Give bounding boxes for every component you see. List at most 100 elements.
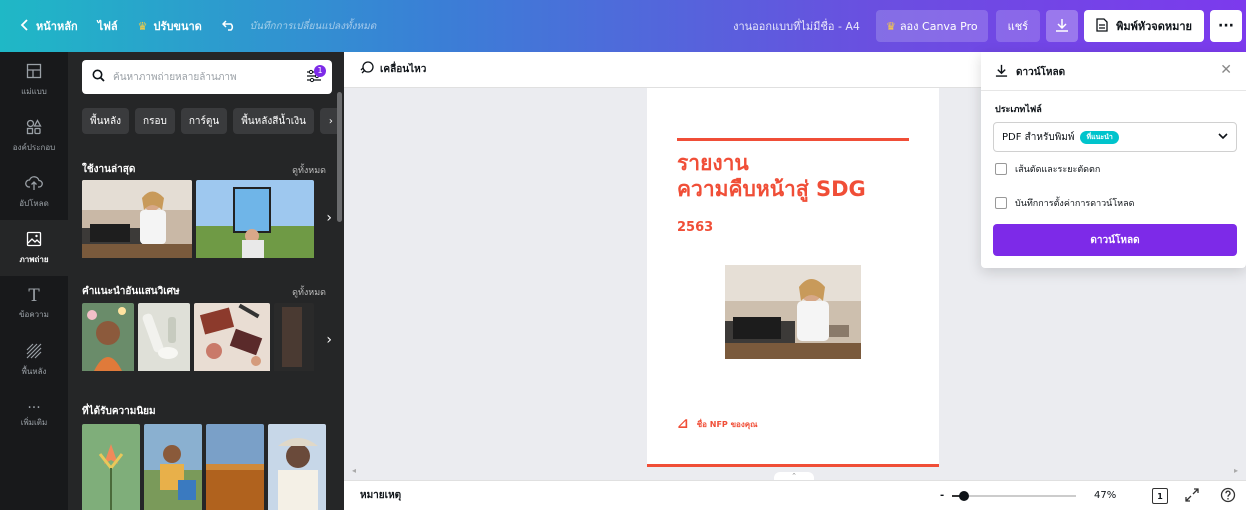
notes-button[interactable]: หมายเหตุ	[360, 488, 401, 503]
download-button[interactable]	[1046, 10, 1079, 42]
photo-thumb[interactable]	[194, 303, 270, 374]
rail-item-text[interactable]: T ข้อความ	[0, 276, 68, 332]
chevron-left-icon	[20, 18, 30, 34]
zoom-percent[interactable]: 47%	[1094, 490, 1116, 501]
page-title[interactable]: รายงาน ความคืบหน้าสู่ SDG	[677, 150, 866, 202]
photo-thumb[interactable]	[82, 303, 134, 374]
rail-item-uploads[interactable]: อัปโหลด	[0, 164, 68, 220]
photo-thumb[interactable]	[196, 180, 314, 261]
filter-button[interactable]: 1	[306, 64, 326, 86]
photo-thumb[interactable]	[206, 424, 264, 510]
crown-icon: ♛	[885, 19, 896, 33]
help-icon[interactable]	[1220, 487, 1236, 506]
show-pages-toggle[interactable]: ⌃	[774, 472, 814, 480]
crown-icon: ♛	[137, 19, 148, 33]
photo-thumb[interactable]	[82, 180, 192, 261]
zoom-out-button[interactable]: -	[940, 490, 944, 501]
home-label: หน้าหลัก	[36, 20, 78, 33]
photo-thumb[interactable]	[82, 424, 140, 510]
download-confirm-button[interactable]: ดาวน์โหลด	[993, 224, 1237, 256]
share-button[interactable]: แชร์	[995, 10, 1041, 42]
bottom-bar: หมายเหตุ - 47% 1	[344, 480, 1246, 510]
template-icon	[26, 63, 42, 82]
page-photo[interactable]	[725, 265, 861, 359]
recommended-badge: ที่แนะนำ	[1080, 130, 1119, 144]
design-page[interactable]: รายงาน ความคืบหน้าสู่ SDG 2563 ⊿ ชื่อ NF…	[647, 88, 939, 466]
download-panel-header: ดาวน์โหลด	[995, 64, 1065, 80]
page-year[interactable]: 2563	[677, 220, 713, 235]
chip-blue-background[interactable]: พื้นหลังสีน้ำเงิน	[233, 108, 314, 134]
filter-count-badge: 1	[314, 64, 326, 77]
scroll-right-arrow[interactable]: ▸	[1234, 466, 1238, 475]
see-all-recommended-link[interactable]: ดูทั้งหมด	[292, 285, 326, 299]
recent-next-button[interactable]: ›	[326, 210, 332, 226]
elements-icon	[26, 118, 42, 138]
photo-thumb[interactable]	[138, 303, 190, 374]
page-footer[interactable]: ⊿ ชื่อ NFP ของคุณ	[677, 416, 758, 432]
save-settings-option[interactable]: บันทึกการตั้งค่าการดาวน์โหลด	[995, 196, 1134, 210]
panel-scrollbar[interactable]	[337, 92, 342, 222]
suggestion-chips: พื้นหลัง กรอบ การ์ตูน พื้นหลังสีน้ำเงิน …	[82, 108, 342, 134]
file-type-label: ประเภทไฟล์	[995, 105, 1042, 115]
chip-backgrounds[interactable]: พื้นหลัง	[82, 108, 130, 134]
undo-button[interactable]	[212, 10, 246, 42]
search-icon	[92, 69, 105, 85]
photos-panel: 1 พื้นหลัง กรอบ การ์ตูน พื้นหลังสีน้ำเงิ…	[68, 52, 344, 510]
resize-button[interactable]: ♛ ปรับขนาด	[128, 10, 212, 42]
photo-thumb[interactable]	[274, 303, 314, 374]
background-icon	[26, 343, 42, 362]
zoom-slider[interactable]	[952, 491, 1076, 501]
section-title-recommended: คำแนะนำอันแสนวิเศษ	[82, 286, 180, 297]
recommended-thumbs	[82, 303, 314, 374]
file-menu[interactable]: ไฟล์	[88, 10, 128, 42]
file-type-select[interactable]: PDF สำหรับพิมพ์ ที่แนะนำ	[993, 122, 1237, 152]
chevron-right-icon: ›	[328, 115, 333, 127]
download-panel: ดาวน์โหลด ✕ ประเภทไฟล์ PDF สำหรับพิมพ์ ท…	[981, 52, 1246, 268]
try-pro-button[interactable]: ♛ ลอง Canva Pro	[875, 10, 988, 42]
animate-icon	[360, 61, 374, 78]
rail-item-templates[interactable]: แม่แบบ	[0, 52, 68, 108]
left-rail: แม่แบบ องค์ประกอบ อัปโหลด ภาพถ่าย T ข้อค…	[0, 52, 68, 510]
page-count-button[interactable]: 1	[1152, 488, 1168, 504]
rail-item-photos[interactable]: ภาพถ่าย	[0, 220, 68, 276]
autosave-status: บันทึกการเปลี่ยนแปลงทั้งหมด	[249, 20, 377, 32]
print-button[interactable]: พิมพ์หัวจดหมาย	[1084, 10, 1204, 42]
page-selection-edge	[647, 464, 939, 467]
scroll-left-arrow[interactable]: ◂	[352, 466, 356, 475]
see-all-recent-link[interactable]: ดูทั้งหมด	[292, 163, 326, 177]
fullscreen-icon[interactable]	[1184, 487, 1200, 506]
search-input[interactable]	[113, 71, 298, 83]
text-icon: T	[28, 285, 40, 306]
undo-icon	[221, 19, 236, 34]
popular-thumbs	[82, 424, 326, 510]
photo-thumb[interactable]	[268, 424, 326, 510]
page-top-rule	[677, 138, 909, 141]
chip-cartoon[interactable]: การ์ตูน	[180, 108, 228, 134]
upload-icon	[25, 175, 43, 194]
save-settings-checkbox[interactable]	[995, 197, 1007, 209]
download-panel-title: ดาวน์โหลด	[1016, 66, 1066, 78]
download-icon	[1055, 18, 1069, 35]
document-name[interactable]: งานออกแบบที่ไม่มีชื่อ - A4	[733, 17, 876, 35]
chevron-up-icon: ⌃	[791, 472, 797, 480]
search-box[interactable]: 1	[82, 60, 332, 94]
zoom-slider-knob[interactable]	[959, 491, 969, 501]
close-icon[interactable]: ✕	[1220, 62, 1232, 78]
rail-item-more[interactable]: ··· เพิ่มเติม	[0, 388, 68, 444]
photo-icon	[26, 231, 42, 250]
crop-marks-option[interactable]: เส้นตัดและระยะตัดตก	[995, 162, 1100, 176]
recommended-next-button[interactable]: ›	[326, 332, 332, 348]
animate-button[interactable]: เคลื่อนไหว	[360, 61, 426, 78]
photo-thumb[interactable]	[144, 424, 202, 510]
top-bar: หน้าหลัก ไฟล์ ♛ ปรับขนาด บันทึกการเปลี่ย…	[0, 0, 1246, 52]
section-title-recent: ใช้งานล่าสุด	[82, 164, 136, 175]
home-button[interactable]: หน้าหลัก	[10, 10, 88, 42]
divider	[981, 90, 1246, 91]
crop-marks-checkbox[interactable]	[995, 163, 1007, 175]
chip-frames[interactable]: กรอบ	[135, 108, 175, 134]
download-icon	[995, 64, 1008, 80]
rail-item-elements[interactable]: องค์ประกอบ	[0, 108, 68, 164]
document-icon	[1096, 17, 1108, 35]
more-options-button[interactable]: ···	[1210, 10, 1242, 42]
rail-item-background[interactable]: พื้นหลัง	[0, 332, 68, 388]
